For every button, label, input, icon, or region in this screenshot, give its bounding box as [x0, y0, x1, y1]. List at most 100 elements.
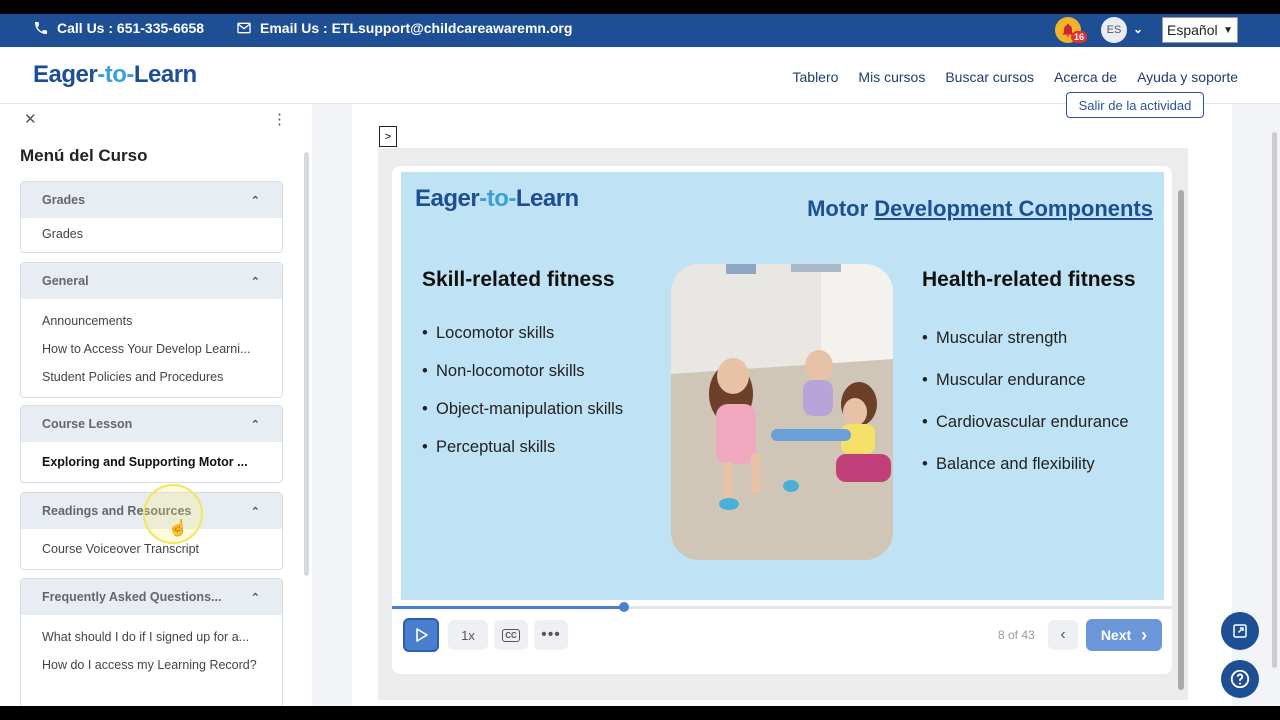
skill-list: Locomotor skills Non-locomotor skills Ob…	[422, 314, 623, 466]
section-item[interactable]: What should I do if I signed up for a...	[21, 623, 282, 651]
play-icon	[416, 628, 428, 642]
right-heading: Health-related fitness	[922, 268, 1136, 291]
slide-player: Eager-to-Learn Motor Development Compone…	[392, 166, 1172, 674]
logo-part: Learn	[133, 61, 197, 88]
section-header[interactable]: General ⌃	[21, 263, 282, 299]
list-item: Locomotor skills	[422, 314, 623, 352]
nav-item-buscar-cursos[interactable]: Buscar cursos	[945, 69, 1034, 85]
sidebar-toggle-button[interactable]: >	[379, 126, 397, 147]
site-logo[interactable]: Eager-to-Learn	[33, 61, 197, 89]
activity-content: Salir de la actividad > Eager-to-Learn M…	[352, 92, 1232, 706]
chevron-right-icon: ›	[1141, 624, 1148, 645]
section-item[interactable]: Student Policies and Procedures	[21, 363, 282, 391]
phone-icon	[35, 22, 47, 34]
chevron-up-icon: ⌃	[250, 505, 260, 518]
section-general: General ⌃ Announcements How to Access Yo…	[20, 262, 283, 398]
captions-button[interactable]: CC	[494, 620, 528, 650]
slide-counter: 8 of 43	[998, 628, 1035, 642]
progress-fill	[392, 606, 624, 609]
playback-speed-button[interactable]: 1x	[448, 620, 488, 650]
help-button[interactable]	[1221, 660, 1259, 698]
expand-icon	[1233, 624, 1247, 638]
more-controls-button[interactable]: •••	[534, 620, 568, 650]
slide-title-part: Development Components	[874, 196, 1153, 221]
list-item: Cardiovascular endurance	[922, 401, 1129, 443]
mail-icon	[237, 22, 251, 34]
section-item-active[interactable]: Exploring and Supporting Motor ...	[21, 448, 282, 476]
more-horizontal-icon: •••	[541, 626, 561, 643]
course-menu-sidebar: ✕ ⋮ Menú del Curso Grades ⌃ Grades Gener…	[0, 104, 312, 706]
page-scrollbar[interactable]	[1272, 132, 1277, 668]
close-icon[interactable]: ✕	[24, 110, 37, 128]
contact-bar: Call Us : 651-335-6658 Email Us : ETLsup…	[0, 14, 1280, 47]
language-select[interactable]: Español ▼	[1162, 17, 1238, 43]
page: Call Us : 651-335-6658 Email Us : ETLsup…	[0, 14, 1280, 706]
chevron-up-icon: ⌃	[250, 194, 260, 207]
list-item: Perceptual skills	[422, 428, 623, 466]
list-item: Non-locomotor skills	[422, 352, 623, 390]
section-title: Course Lesson	[42, 417, 133, 431]
section-item[interactable]: Course Voiceover Transcript	[21, 535, 282, 563]
nav-item-ayuda-soporte[interactable]: Ayuda y soporte	[1137, 69, 1238, 85]
notifications-button[interactable]: 16	[1055, 17, 1087, 43]
section-grades: Grades ⌃ Grades	[20, 181, 283, 253]
list-item: Balance and flexibility	[922, 443, 1129, 485]
closed-captions-icon: CC	[502, 628, 520, 642]
chevron-left-icon: ‹	[1060, 626, 1066, 643]
slide-title: Motor Development Components	[807, 196, 1153, 222]
avatar[interactable]: ES	[1101, 17, 1127, 43]
children-photo	[671, 264, 893, 560]
phone-contact[interactable]: Call Us : 651-335-6658	[33, 20, 204, 36]
frame-vertical-scrollbar[interactable]	[1178, 190, 1184, 690]
next-label: Next	[1100, 627, 1132, 643]
section-item[interactable]: Announcements	[21, 307, 282, 335]
nav-item-acerca-de[interactable]: Acerca de	[1054, 69, 1117, 85]
section-header[interactable]: Grades ⌃	[21, 182, 282, 218]
next-button[interactable]: Next ›	[1086, 619, 1162, 651]
previous-button[interactable]: ‹	[1048, 620, 1078, 650]
logo-part: -to-	[479, 185, 516, 212]
sidebar-title: Menú del Curso	[20, 146, 148, 165]
nav-item-mis-cursos[interactable]: Mis cursos	[858, 69, 925, 85]
slide: Eager-to-Learn Motor Development Compone…	[401, 172, 1164, 600]
email-contact[interactable]: Email Us : ETLsupport@childcareawaremn.o…	[236, 20, 572, 36]
play-button[interactable]	[403, 618, 439, 652]
slide-logo: Eager-to-Learn	[415, 185, 579, 213]
logo-part: -to-	[97, 61, 134, 88]
language-value: Español	[1167, 22, 1218, 38]
email-text: Email Us : ETLsupport@childcareawaremn.o…	[260, 20, 573, 36]
slide-title-part: Motor	[807, 196, 875, 221]
section-faq: Frequently Asked Questions... ⌃ What sho…	[20, 578, 283, 706]
exit-activity-button[interactable]: Salir de la actividad	[1066, 92, 1204, 118]
nav-item-tablero[interactable]: Tablero	[793, 69, 839, 85]
phone-text: Call Us : 651-335-6658	[57, 20, 205, 36]
chevron-down-icon: ▼	[1223, 24, 1233, 36]
chevron-up-icon: ⌃	[250, 275, 260, 288]
fullscreen-button[interactable]	[1221, 612, 1259, 650]
list-item: Object-manipulation skills	[422, 390, 623, 428]
section-title: Grades	[42, 193, 86, 207]
progress-handle[interactable]	[618, 602, 629, 612]
section-title: Frequently Asked Questions...	[42, 590, 222, 604]
progress-bar[interactable]	[392, 602, 1172, 612]
logo-part: Eager	[33, 61, 98, 88]
section-item[interactable]: How do I access my Learning Record?	[21, 651, 282, 679]
section-header[interactable]: Course Lesson ⌃	[21, 406, 282, 442]
left-heading: Skill-related fitness	[422, 268, 615, 291]
health-list: Muscular strength Muscular endurance Car…	[922, 317, 1129, 485]
notification-badge: 16	[1070, 31, 1087, 43]
logo-part: Eager	[415, 185, 480, 212]
help-icon	[1230, 669, 1250, 689]
chevron-up-icon: ⌃	[250, 418, 260, 431]
section-title: General	[42, 274, 89, 288]
more-options-icon[interactable]: ⋮	[272, 110, 287, 128]
list-item: Muscular strength	[922, 317, 1129, 359]
chevron-down-icon[interactable]: ⌄	[1133, 22, 1143, 36]
sidebar-scrollbar[interactable]	[304, 152, 309, 576]
section-item[interactable]: Grades	[21, 220, 282, 248]
hand-cursor-icon: ☝	[168, 520, 188, 537]
logo-part: Learn	[515, 185, 579, 212]
chevron-up-icon: ⌃	[250, 591, 260, 604]
section-item[interactable]: How to Access Your Develop Learni...	[21, 335, 282, 363]
section-header[interactable]: Frequently Asked Questions... ⌃	[21, 579, 282, 615]
